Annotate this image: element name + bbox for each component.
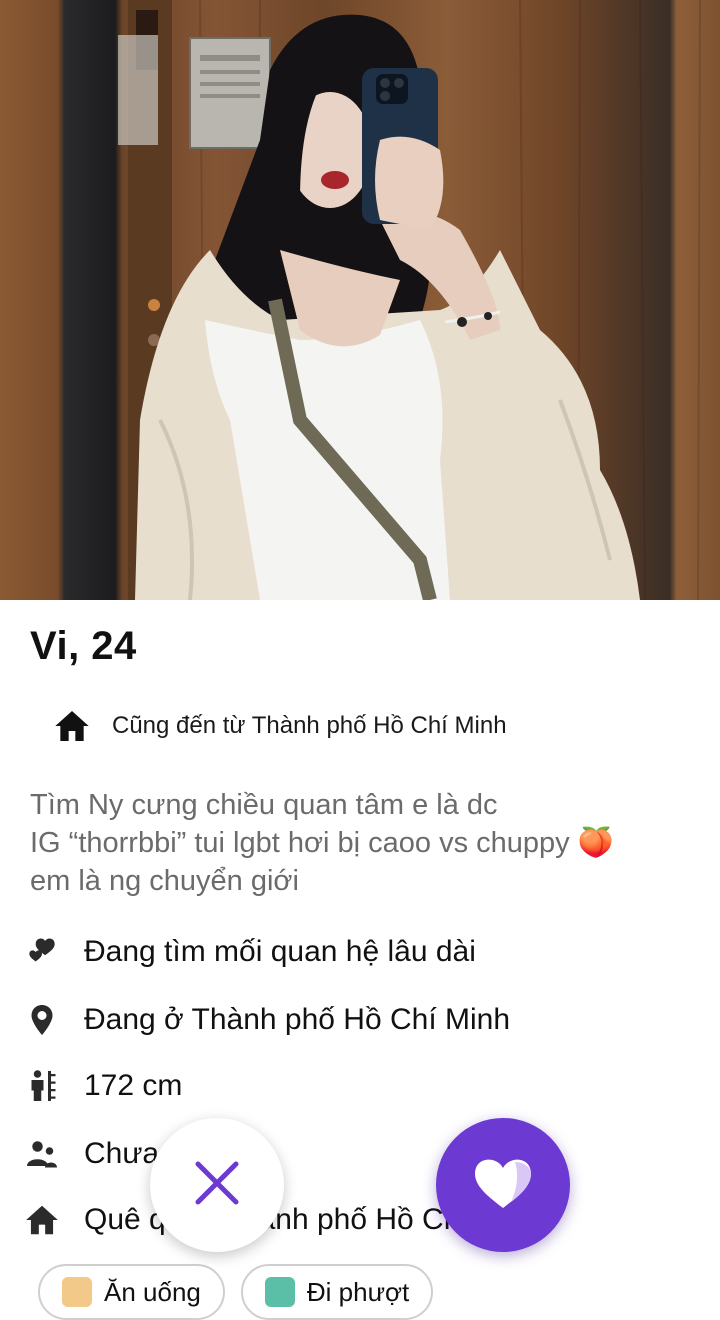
people-icon xyxy=(22,1134,62,1174)
profile-name-age: Vi, 24 xyxy=(30,624,137,668)
interest-label: Ăn uống xyxy=(104,1276,201,1307)
detail-text: Chưa xyxy=(84,1137,160,1170)
hearts-icon xyxy=(22,932,62,972)
home-icon xyxy=(22,1200,62,1240)
height-icon xyxy=(22,1066,62,1106)
detail-location: Đang ở Thành phố Hồ Chí Minh xyxy=(22,998,510,1042)
interest-chip[interactable]: Đi phượt xyxy=(240,1264,434,1320)
heart-icon xyxy=(471,1154,535,1217)
bio-line: em là ng chuyển giới xyxy=(30,865,299,897)
noodles-icon xyxy=(62,1277,92,1307)
detail-text: Đang ở Thành phố Hồ Chí Minh xyxy=(84,1003,511,1036)
profile-photo[interactable] xyxy=(0,0,720,600)
bio-line: Tìm Ny cưng chiều quan tâm e là dc xyxy=(30,789,498,821)
detail-height: 172 cm xyxy=(22,1064,182,1108)
close-icon xyxy=(192,1158,242,1213)
origin-row: Cũng đến từ Thành phố Hồ Chí Minh xyxy=(52,706,507,746)
location-pin-icon xyxy=(22,1000,62,1040)
bio-line: IG “thorrbbi” tui lgbt hơi bị caoo vs ch… xyxy=(30,827,614,859)
interest-chip[interactable]: Ăn uống xyxy=(38,1264,225,1320)
like-button[interactable] xyxy=(436,1118,570,1252)
detail-relationship-goal: Đang tìm mối quan hệ lâu dài xyxy=(22,930,476,974)
map-icon xyxy=(264,1277,295,1307)
interest-chips: Ăn uống Đi phượt xyxy=(38,1264,434,1320)
detail-text: 172 cm xyxy=(84,1069,183,1102)
home-icon xyxy=(52,706,92,746)
elevator-selfie-illustration xyxy=(118,0,701,600)
bio-text: Tìm Ny cưng chiều quan tâm e là dc IG “t… xyxy=(30,786,700,900)
detail-children: Chưa xyxy=(22,1132,159,1176)
detail-text: Đang tìm mối quan hệ lâu dài xyxy=(84,935,476,968)
interest-label: Đi phượt xyxy=(306,1276,410,1307)
origin-text: Cũng đến từ Thành phố Hồ Chí Minh xyxy=(112,712,507,739)
pass-button[interactable] xyxy=(150,1118,284,1252)
